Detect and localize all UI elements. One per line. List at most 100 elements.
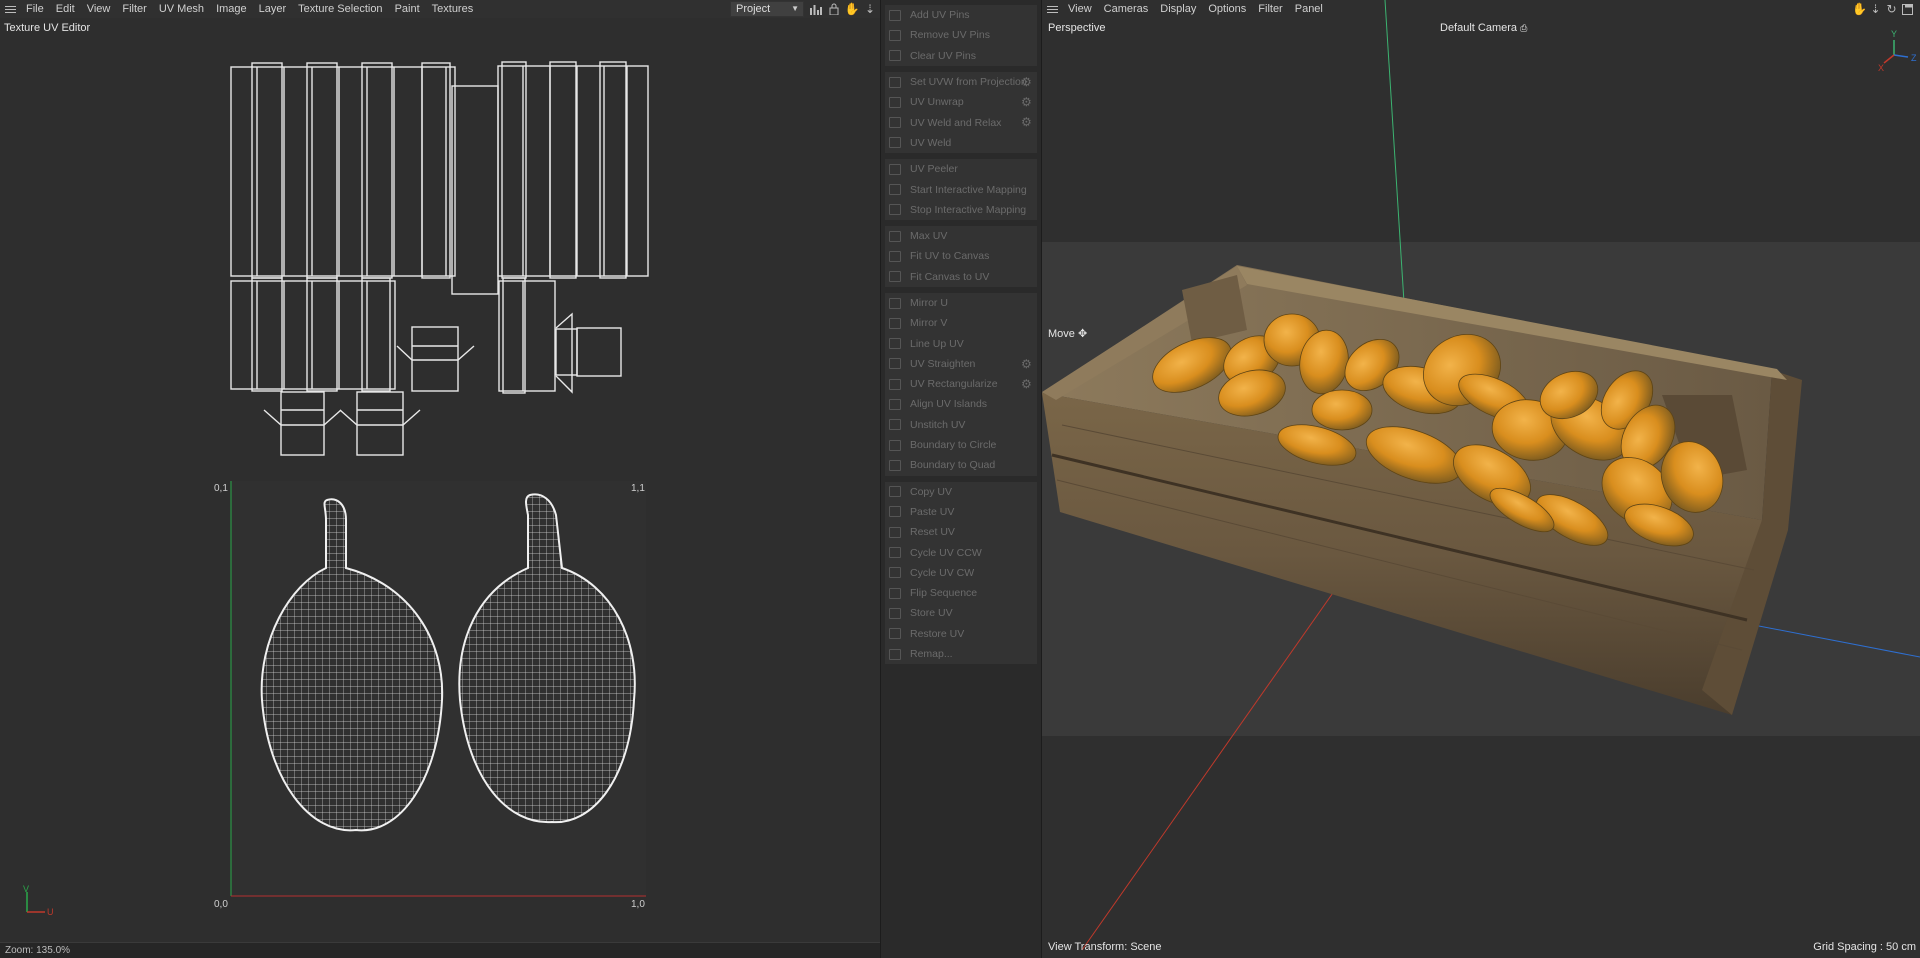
gear-icon[interactable]: ⚙ xyxy=(1021,76,1033,88)
uv-command-uv-weld[interactable]: UV Weld xyxy=(885,133,1037,153)
uv-command-group: Add UV Pins Remove UV Pins Clear UV Pins xyxy=(884,4,1038,67)
panel-menu-icon[interactable] xyxy=(0,0,20,18)
uv-command-copy-uv[interactable]: Copy UV xyxy=(885,482,1037,502)
menu-file[interactable]: File xyxy=(20,0,50,18)
peeler-icon xyxy=(889,163,901,175)
menu-layer[interactable]: Layer xyxy=(253,0,293,18)
uv-command-remove-uv-pins[interactable]: Remove UV Pins xyxy=(885,25,1037,45)
uv-command-fit-uv-to-canvas[interactable]: Fit UV to Canvas xyxy=(885,246,1037,266)
uv-command-cycle-uv-cw[interactable]: Cycle UV CW xyxy=(885,563,1037,583)
uv-command-align-uv-islands[interactable]: Align UV Islands xyxy=(885,394,1037,414)
pin-remove-icon xyxy=(889,29,901,41)
uv-command-flip-sequence[interactable]: Flip Sequence xyxy=(885,583,1037,603)
menu-image[interactable]: Image xyxy=(210,0,253,18)
gear-icon[interactable]: ⚙ xyxy=(1021,358,1033,370)
menu-paint[interactable]: Paint xyxy=(389,0,426,18)
uv-command-uv-unwrap[interactable]: UV Unwrap ⚙ xyxy=(885,92,1037,112)
uv-command-label: Cycle UV CW xyxy=(910,566,975,579)
menu-filter[interactable]: Filter xyxy=(116,0,152,18)
uv-command-uv-peeler[interactable]: UV Peeler xyxy=(885,159,1037,179)
uv-command-remap[interactable]: Remap... xyxy=(885,644,1037,664)
menu-edit[interactable]: Edit xyxy=(50,0,81,18)
gear-icon[interactable]: ⚙ xyxy=(1021,116,1033,128)
corner-label-1-0: 1,0 xyxy=(631,899,645,910)
uv-command-label: Cycle UV CCW xyxy=(910,546,982,559)
uv-command-clear-uv-pins[interactable]: Clear UV Pins xyxy=(885,46,1037,66)
menu-textures[interactable]: Textures xyxy=(426,0,480,18)
uv-command-reset-uv[interactable]: Reset UV xyxy=(885,522,1037,542)
uv-command-label: Fit UV to Canvas xyxy=(910,250,990,263)
uv-command-label: Stop Interactive Mapping xyxy=(910,203,1027,216)
mirror-u-icon xyxy=(889,297,901,309)
u-axis-label: U xyxy=(47,907,54,917)
camera-selector[interactable]: Default Camera ⎙ xyxy=(1440,22,1527,34)
uv-command-uv-rectangularize[interactable]: UV Rectangularize ⚙ xyxy=(885,374,1037,394)
unstitch-icon xyxy=(889,419,901,431)
menu-uv-mesh[interactable]: UV Mesh xyxy=(153,0,210,18)
uv-axis-gizmo: V U xyxy=(23,884,54,917)
unwrap-icon xyxy=(889,96,901,108)
uv-command-label: Unstitch UV xyxy=(910,418,966,431)
gizmo-y-label: Y xyxy=(1891,29,1897,39)
uv-command-label: Restore UV xyxy=(910,627,965,640)
viewport-scene[interactable]: Y Z X xyxy=(1042,0,1920,958)
uv-command-label: Fit Canvas to UV xyxy=(910,270,990,283)
uv-command-store-uv[interactable]: Store UV xyxy=(885,603,1037,623)
camera-icon: ⎙ xyxy=(1520,23,1528,33)
3d-viewport[interactable]: View Cameras Display Options Filter Pane… xyxy=(1042,0,1920,958)
uv-command-label: Reset UV xyxy=(910,526,955,539)
uv-command-add-uv-pins[interactable]: Add UV Pins xyxy=(885,5,1037,25)
uv-command-fit-canvas-to-uv[interactable]: Fit Canvas to UV xyxy=(885,267,1037,287)
uv-command-mirror-u[interactable]: Mirror U xyxy=(885,293,1037,313)
uv-command-cycle-uv-ccw[interactable]: Cycle UV CCW xyxy=(885,542,1037,562)
project-dropdown-value: Project xyxy=(736,3,771,15)
circle-icon xyxy=(889,439,901,451)
uv-command-label: UV Rectangularize xyxy=(910,378,998,391)
uv-command-uv-straighten[interactable]: UV Straighten ⚙ xyxy=(885,354,1037,374)
uv-command-start-interactive-mapping[interactable]: Start Interactive Mapping xyxy=(885,179,1037,199)
weld-icon xyxy=(889,137,901,149)
menu-texture-selection[interactable]: Texture Selection xyxy=(292,0,388,18)
fit-canvas-icon xyxy=(889,271,901,283)
gear-icon[interactable]: ⚙ xyxy=(1021,96,1033,108)
uv-command-label: Start Interactive Mapping xyxy=(910,183,1027,196)
camera-name: Default Camera xyxy=(1440,22,1518,34)
uv-command-group: Max UV Fit UV to Canvas Fit Canvas to UV xyxy=(884,224,1038,288)
corner-label-0-0: 0,0 xyxy=(214,899,228,910)
hand-pan-icon[interactable]: ✋ xyxy=(844,1,860,17)
uv-command-max-uv[interactable]: Max UV xyxy=(885,226,1037,246)
flip-icon xyxy=(889,587,901,599)
line-up-icon xyxy=(889,338,901,350)
gear-icon[interactable]: ⚙ xyxy=(1021,378,1033,390)
uv-command-mirror-v[interactable]: Mirror V xyxy=(885,313,1037,333)
projection-icon xyxy=(889,76,901,88)
store-icon xyxy=(889,607,901,619)
uv-command-group: Mirror U Mirror V Line Up UV UV Straighten ⚙… xyxy=(884,291,1038,477)
uv-command-line-up-uv[interactable]: Line Up UV xyxy=(885,333,1037,353)
align-icon xyxy=(889,398,901,410)
uv-command-restore-uv[interactable]: Restore UV xyxy=(885,624,1037,644)
uv-command-uv-weld-and-relax[interactable]: UV Weld and Relax ⚙ xyxy=(885,112,1037,132)
gizmo-z-label: Z xyxy=(1911,53,1917,63)
uv-canvas[interactable]: 0,1 1,1 0,0 1,0 V U xyxy=(0,30,880,940)
pin-icon[interactable]: ⇣ xyxy=(862,1,878,17)
uv-command-label: Mirror U xyxy=(910,297,948,309)
copy-icon xyxy=(889,486,901,498)
uv-command-paste-uv[interactable]: Paste UV xyxy=(885,502,1037,522)
uv-command-boundary-to-quad[interactable]: Boundary to Quad xyxy=(885,455,1037,475)
lock-icon[interactable] xyxy=(826,1,842,17)
histogram-icon[interactable] xyxy=(808,1,824,17)
uv-command-unstitch-uv[interactable]: Unstitch UV xyxy=(885,415,1037,435)
fit-uv-icon xyxy=(889,250,901,262)
stop-icon xyxy=(889,204,901,216)
menu-view[interactable]: View xyxy=(81,0,117,18)
uv-command-set-uvw-from-projection[interactable]: Set UVW from Projection ⚙ xyxy=(885,72,1037,92)
paste-icon xyxy=(889,506,901,518)
uv-command-stop-interactive-mapping[interactable]: Stop Interactive Mapping xyxy=(885,200,1037,220)
view-transform-status: View Transform: Scene xyxy=(1048,941,1162,953)
project-dropdown[interactable]: Project ▼ xyxy=(730,1,804,17)
pin-clear-icon xyxy=(889,50,901,62)
uv-command-boundary-to-circle[interactable]: Boundary to Circle xyxy=(885,435,1037,455)
uv-command-label: Mirror V xyxy=(910,317,948,330)
gizmo-x-label: X xyxy=(1878,63,1884,73)
